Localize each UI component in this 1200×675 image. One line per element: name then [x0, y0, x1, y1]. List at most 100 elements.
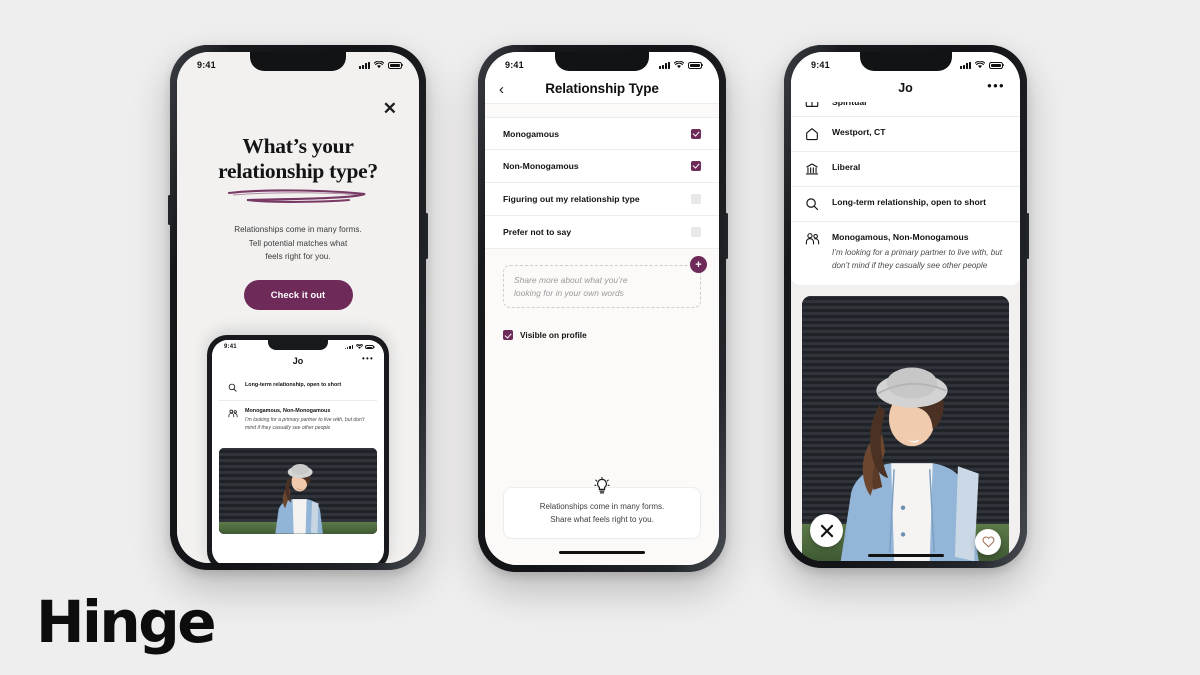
phone-screen-1: 9:41 ✕ What’s your relationship type? Re…	[177, 52, 419, 563]
phone-device-1: 9:41 ✕ What’s your relationship type? Re…	[168, 45, 428, 570]
home-indicator-3	[867, 554, 944, 557]
two-people-icon	[227, 408, 238, 419]
list-item-note: I’m looking for a primary partner to liv…	[245, 417, 365, 431]
wifi-icon	[674, 61, 684, 69]
placeholder-line-2: looking for in your own words	[514, 287, 624, 298]
free-text-input[interactable]: Share more about what you’re looking for…	[503, 265, 701, 309]
option-non-monogamous[interactable]: Non-Monogamous	[485, 150, 719, 183]
wifi-icon	[975, 61, 985, 69]
subtext-line-2: Tell potential matches what	[248, 238, 348, 248]
wifi-icon	[374, 61, 384, 69]
nested-profile-card: Long-term relationship, open to short Mo…	[219, 375, 377, 442]
status-icons	[960, 61, 1003, 69]
list-item-label: Spiritual	[832, 102, 867, 107]
back-button[interactable]: ‹	[499, 82, 504, 97]
profile-name: Jo	[292, 356, 304, 366]
hinge-logo-text: Hinge	[36, 588, 217, 656]
tip-line-2: Share what feels right to you.	[550, 515, 654, 525]
list-item-dating-intention[interactable]: Long-term relationship, open to short	[791, 186, 1020, 221]
cellular-bars-icon	[960, 61, 971, 69]
scene: 9:41 ✕ What’s your relationship type? Re…	[0, 0, 1200, 675]
check-it-out-button[interactable]: Check it out	[243, 280, 353, 311]
list-item-label: Westport, CT	[832, 127, 886, 137]
list-item-label: Monogamous, Non-Monogamous	[245, 408, 331, 414]
checkbox-non-monogamous[interactable]	[691, 161, 701, 171]
battery-icon	[688, 61, 702, 69]
add-button[interactable]: +	[690, 256, 707, 273]
option-prefer-not-to-say[interactable]: Prefer not to say	[485, 216, 719, 249]
profile-name: Jo	[898, 81, 913, 95]
cellular-bars-icon	[344, 344, 353, 350]
page-title: Relationship Type	[545, 81, 659, 96]
wifi-icon	[355, 344, 363, 350]
status-time: 9:41	[197, 60, 216, 70]
power-button-1	[425, 213, 428, 259]
volume-buttons-1	[168, 195, 171, 225]
checkbox-monogamous[interactable]	[691, 128, 701, 139]
list-item-location[interactable]: Westport, CT	[791, 116, 1020, 151]
intro-screen: 9:41 ✕ What’s your relationship type? Re…	[177, 52, 419, 563]
notch-3	[859, 52, 952, 71]
battery-icon	[365, 344, 374, 350]
notch-2	[555, 52, 649, 71]
option-monogamous[interactable]: Monogamous	[485, 117, 719, 150]
close-button[interactable]: ✕	[383, 100, 397, 117]
phone-screen-3: 9:41 Jo ••• Spiritual Westport, CT Liber…	[791, 52, 1020, 561]
subtext-line-1: Relationships come in many forms.	[234, 225, 362, 235]
relationship-type-screen: 9:41 ‹ Relationship Type Monogamous Non-…	[485, 52, 719, 565]
status-time: 9:41	[505, 60, 524, 70]
option-figuring-out[interactable]: Figuring out my relationship type	[485, 183, 719, 216]
phone-screen-2: 9:41 ‹ Relationship Type Monogamous Non-…	[485, 52, 719, 565]
battery-icon	[388, 61, 402, 69]
cellular-bars-icon	[659, 61, 670, 69]
profile-photo	[219, 447, 377, 534]
list-item-content: Monogamous, Non-Monogamous I’m looking f…	[245, 408, 369, 433]
checkbox-prefer-not-to-say[interactable]	[691, 227, 701, 237]
search-icon	[227, 382, 238, 393]
option-label: Figuring out my relationship type	[503, 194, 640, 204]
list-item-label: Liberal	[832, 162, 861, 172]
battery-icon	[989, 61, 1003, 69]
notch-1	[250, 52, 346, 71]
more-options-button[interactable]: •••	[362, 354, 374, 363]
phone-device-2: 9:41 ‹ Relationship Type Monogamous Non-…	[478, 45, 728, 572]
headline-line-1: What’s your	[242, 134, 354, 158]
visible-on-profile-label: Visible on profile	[520, 330, 587, 341]
list-item-note: I’m looking for a primary partner to liv…	[832, 248, 1003, 270]
subtext-line-3: feels right for you.	[265, 251, 331, 261]
list-item-label: Monogamous, Non-Monogamous	[832, 232, 969, 242]
home-indicator-2	[485, 539, 719, 565]
status-bar-nested: 9:41	[212, 340, 384, 350]
checkbox-visible-on-profile[interactable]	[503, 330, 513, 341]
dismiss-button[interactable]	[810, 514, 843, 547]
intro-hero: What’s your relationship type? Relations…	[177, 134, 419, 311]
home-icon	[805, 127, 821, 141]
nested-preview-phone: 9:41 Jo ••• Long-term relationship, open…	[207, 335, 389, 563]
list-item-relationship-type[interactable]: Monogamous, Non-Monogamous I’m looking f…	[791, 221, 1020, 285]
option-label: Prefer not to say	[503, 227, 572, 237]
lightbulb-icon	[594, 476, 610, 494]
photo-person	[275, 464, 323, 534]
power-button-2	[725, 213, 728, 259]
placeholder-line-1: Share more about what you’re	[514, 275, 628, 285]
intro-subtext: Relationships come in many forms. Tell p…	[195, 223, 401, 263]
two-people-icon	[805, 232, 821, 246]
tip-line-1: Relationships come in many forms.	[539, 501, 665, 511]
book-icon	[805, 102, 821, 109]
tip-card: Relationships come in many forms. Share …	[503, 476, 701, 539]
checkbox-figuring-out[interactable]	[691, 194, 701, 204]
heart-icon	[982, 536, 994, 548]
nested-preview-screen: 9:41 Jo ••• Long-term relationship, open…	[212, 340, 384, 563]
profile-photo	[802, 296, 1009, 561]
list-item-spiritual[interactable]: Spiritual	[791, 102, 1020, 116]
visible-on-profile-toggle[interactable]: Visible on profile	[503, 330, 719, 341]
page-title: What’s your relationship type?	[195, 134, 401, 184]
relationship-options-list: Monogamous Non-Monogamous Figuring out m…	[485, 117, 719, 249]
like-button[interactable]	[975, 529, 1001, 555]
list-item[interactable]: Monogamous, Non-Monogamous I’m looking f…	[219, 400, 377, 442]
list-item-label: Long-term relationship, open to short	[245, 382, 342, 388]
list-item-politics[interactable]: Liberal	[791, 151, 1020, 186]
status-time: 9:41	[224, 344, 237, 350]
list-item[interactable]: Long-term relationship, open to short	[219, 375, 377, 400]
power-button-3	[1026, 213, 1029, 259]
